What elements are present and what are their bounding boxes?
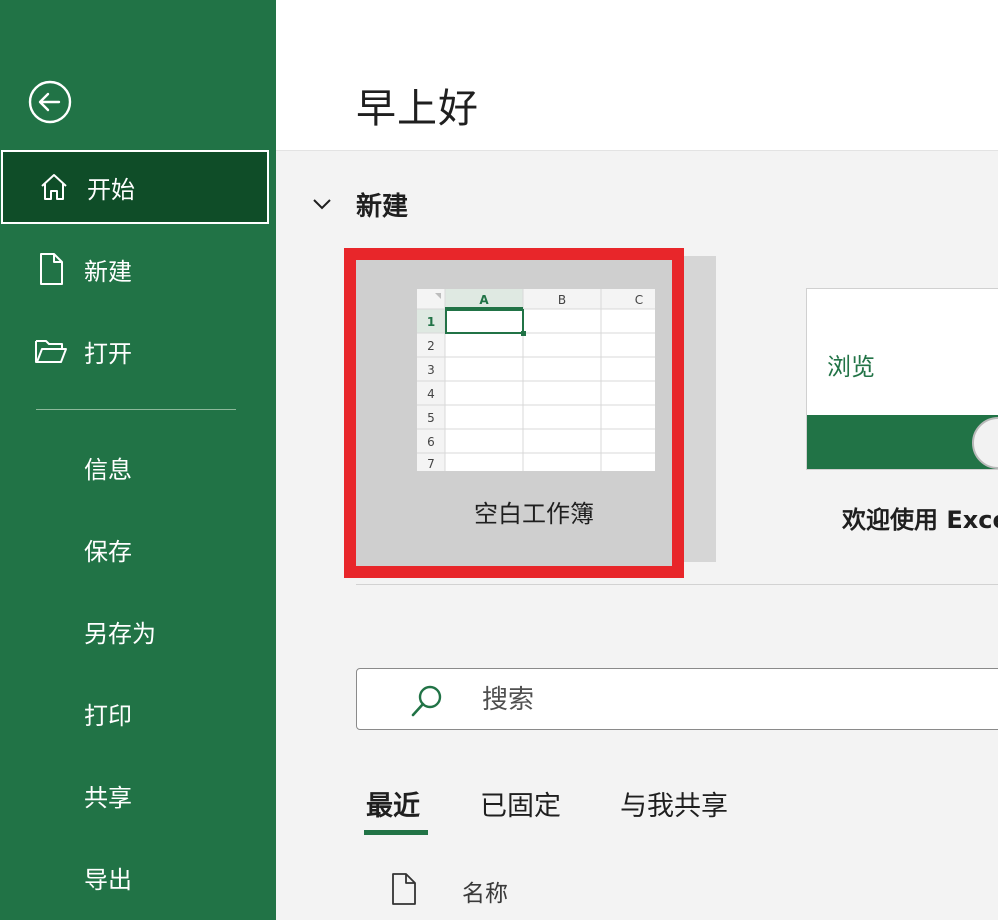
chevron-down-icon[interactable]: [310, 192, 334, 216]
nav-item-home[interactable]: 开始: [1, 150, 269, 224]
page-title: 早上好: [356, 86, 479, 132]
nav-item-label: 新建: [84, 257, 132, 286]
nav-item-print[interactable]: 打印: [84, 696, 132, 731]
welcome-excel-thumbnail: 浏览: [806, 288, 998, 470]
thumb-row-7: 7: [427, 457, 435, 471]
new-document-icon: [34, 252, 68, 286]
section-divider: [356, 584, 998, 585]
thumb-col-a: A: [479, 293, 489, 307]
sidebar-divider: [36, 409, 236, 410]
nav-item-label: 开始: [87, 175, 135, 204]
section-title-new: 新建: [356, 192, 409, 222]
nav-item-open[interactable]: 打开: [0, 312, 276, 390]
nav-item-label: 打开: [84, 339, 132, 368]
sidebar: 开始 新建 打开 信息 保存 另存为 打印 共享 导出: [0, 0, 276, 920]
thumb-row-2: 2: [427, 339, 435, 353]
home-icon: [37, 170, 71, 204]
nav-item-save-as[interactable]: 另存为: [84, 614, 156, 649]
thumb-row-6: 6: [427, 435, 435, 449]
welcome-browse-text: 浏览: [827, 353, 875, 381]
nav-item-save[interactable]: 保存: [84, 532, 132, 567]
search-icon: [411, 685, 442, 717]
nav-item-share[interactable]: 共享: [84, 778, 132, 813]
welcome-green-band: [807, 415, 998, 469]
welcome-excel-template[interactable]: 浏览 欢迎使用 Exce: [806, 288, 998, 534]
thumb-row-4: 4: [427, 387, 435, 401]
nav-item-new[interactable]: 新建: [0, 230, 276, 308]
file-icon: [392, 873, 416, 905]
tab-recent[interactable]: 最近: [366, 784, 420, 823]
tab-shared-with-me[interactable]: 与我共享: [620, 784, 728, 823]
thumb-row-1: 1: [427, 315, 435, 329]
back-arrow-icon[interactable]: [28, 80, 72, 124]
search-input[interactable]: [480, 680, 984, 720]
thumb-col-b: B: [558, 293, 566, 307]
thumb-col-c: C: [635, 293, 643, 307]
blank-workbook-thumbnail: A B C 1 2 3 4 5 6 7: [417, 289, 655, 471]
active-tab-indicator: [364, 830, 428, 835]
nav-item-export[interactable]: 导出: [84, 860, 132, 895]
welcome-excel-label: 欢迎使用 Exce: [842, 506, 998, 534]
thumb-row-5: 5: [427, 411, 435, 425]
column-header-name[interactable]: 名称: [462, 874, 508, 908]
tab-pinned[interactable]: 已固定: [480, 784, 561, 823]
open-folder-icon: [34, 334, 68, 368]
blank-workbook-label: 空白工作簿: [474, 500, 594, 528]
thumb-row-3: 3: [427, 363, 435, 377]
nav-item-info[interactable]: 信息: [84, 450, 132, 485]
